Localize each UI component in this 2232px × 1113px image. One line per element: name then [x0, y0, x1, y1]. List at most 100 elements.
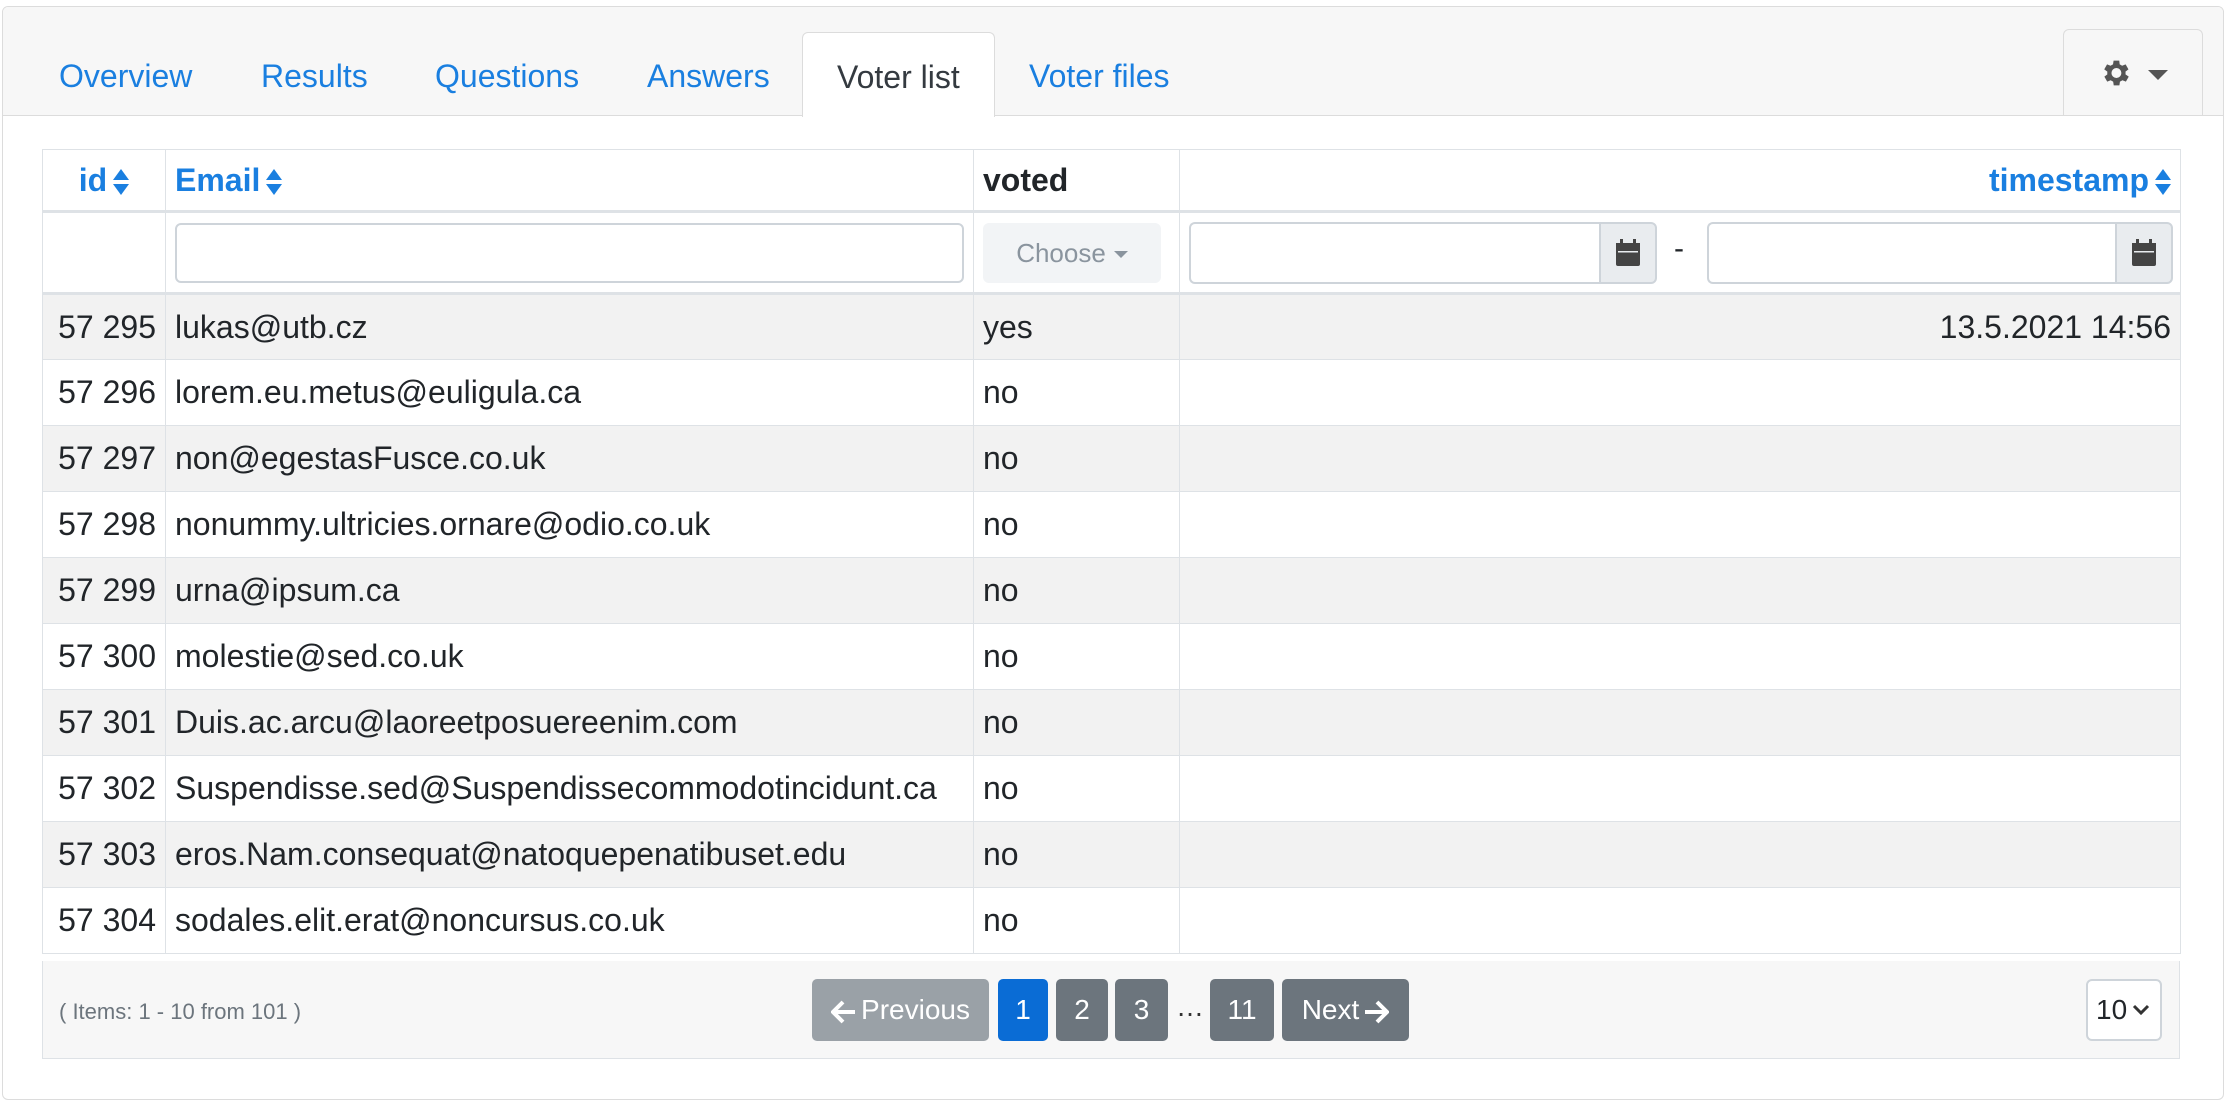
id-cell: 57 299	[42, 557, 166, 624]
timestamp-cell	[1179, 887, 2181, 954]
arrow-left-icon	[830, 1000, 856, 1024]
table-row: 57 297 non@egestasFusce.co.uk no	[42, 425, 2181, 492]
voted-cell: yes	[973, 293, 1180, 360]
date-to-group	[1707, 221, 2173, 284]
column-label-voted: voted	[983, 161, 1069, 198]
email-filter-input[interactable]	[175, 222, 964, 283]
email-cell: sodales.elit.erat@noncursus.co.uk	[165, 887, 974, 954]
table-row: 57 298 nonummy.ultricies.ornare@odio.co.u…	[42, 491, 2181, 558]
table-row: 57 304 sodales.elit.erat@noncursus.co.uk n…	[42, 887, 2181, 954]
voted-cell: no	[973, 359, 1180, 426]
sort-icon	[113, 169, 130, 196]
voted-cell: no	[973, 425, 1180, 492]
id-cell: 57 297	[42, 425, 166, 492]
tab-voter-files[interactable]: Voter files	[995, 32, 1204, 114]
timestamp-cell	[1179, 821, 2181, 888]
timestamp-cell	[1179, 623, 2181, 690]
per-page-value: 10	[2096, 994, 2128, 1025]
sort-icon	[2155, 169, 2171, 196]
email-cell: non@egestasFusce.co.uk	[165, 425, 974, 492]
timestamp-cell	[1179, 491, 2181, 558]
id-filter-cell	[42, 211, 166, 295]
date-range-separator: -	[1674, 231, 1684, 265]
email-cell: urna@ipsum.ca	[165, 557, 974, 624]
tab-questions[interactable]: Questions	[401, 32, 613, 114]
table-row: 57 299 urna@ipsum.ca no	[42, 557, 2181, 624]
date-from-input[interactable]	[1189, 221, 1599, 284]
voted-cell: no	[973, 623, 1180, 690]
date-to-input[interactable]	[1707, 221, 2115, 284]
tab-overview[interactable]: Overview	[25, 32, 226, 114]
column-header-email[interactable]: Email	[165, 149, 974, 213]
per-page-select[interactable]: 10	[2086, 979, 2162, 1041]
voted-cell: no	[973, 689, 1180, 756]
timestamp-cell	[1179, 755, 2181, 822]
timestamp-cell	[1179, 425, 2181, 492]
email-cell: eros.Nam.consequat@natoquepenatibuset.ed…	[165, 821, 974, 888]
page-button-3[interactable]: 3	[1115, 979, 1168, 1041]
id-cell: 57 302	[42, 755, 166, 822]
timestamp-cell: 13.5.2021 14:56	[1179, 293, 2181, 360]
chevron-down-icon	[2148, 70, 2168, 80]
previous-page-button[interactable]: Previous	[812, 979, 989, 1041]
gear-icon	[2104, 60, 2129, 86]
tab-bar: Overview Results Questions Answers Voter…	[3, 7, 2223, 117]
settings-dropdown-button[interactable]	[2063, 29, 2203, 115]
table-row: 57 295 lukas@utb.cz yes 13.5.2021 14:56	[42, 293, 2181, 360]
table-row: 57 303 eros.Nam.consequat@natoquepenatibu…	[42, 821, 2181, 888]
voted-filter-select[interactable]: Choose	[983, 222, 1161, 283]
table-footer: ( Items: 1 - 10 from 101 ) Previous 1 2 …	[42, 961, 2180, 1059]
voter-table: id Email voted timestamp Choose - 57 295…	[42, 149, 2181, 954]
date-from-group	[1189, 221, 1657, 284]
email-cell: lorem.eu.metus@euligula.ca	[165, 359, 974, 426]
column-label-id: id	[78, 161, 108, 198]
tab-answers[interactable]: Answers	[613, 32, 804, 114]
pagination-ellipsis: …	[1176, 991, 1204, 1022]
email-filter-cell	[165, 211, 974, 295]
email-cell: lukas@utb.cz	[165, 293, 974, 360]
voted-cell: no	[973, 755, 1180, 822]
column-header-id[interactable]: id	[42, 149, 166, 213]
column-label-email: Email	[175, 161, 261, 198]
calendar-from-button[interactable]	[1599, 221, 1657, 284]
email-cell: Suspendisse.sed@Suspendissecommodotincid…	[165, 755, 974, 822]
timestamp-cell	[1179, 557, 2181, 624]
voted-cell: no	[973, 887, 1180, 954]
sort-icon	[266, 169, 283, 196]
voted-cell: no	[973, 557, 1180, 624]
table-row: 57 302 Suspendisse.sed@Suspendissecommodo…	[42, 755, 2181, 822]
chevron-down-icon	[2132, 1004, 2150, 1016]
column-header-voted: voted	[973, 149, 1180, 213]
id-cell: 57 304	[42, 887, 166, 954]
next-label: Next	[1301, 994, 1360, 1025]
table-row: 57 301 Duis.ac.arcu@laoreetposuereenim.co…	[42, 689, 2181, 756]
id-cell: 57 296	[42, 359, 166, 426]
timestamp-cell	[1179, 689, 2181, 756]
id-cell: 57 300	[42, 623, 166, 690]
page-button-11[interactable]: 11	[1210, 979, 1274, 1041]
email-cell: nonummy.ultricies.ornare@odio.co.uk	[165, 491, 974, 558]
tab-voter-list[interactable]: Voter list	[802, 32, 995, 117]
items-info: ( Items: 1 - 10 from 101 )	[59, 999, 302, 1024]
email-cell: molestie@sed.co.uk	[165, 623, 974, 690]
next-page-button[interactable]: Next	[1282, 979, 1409, 1041]
page-button-2[interactable]: 2	[1056, 979, 1108, 1041]
tab-results[interactable]: Results	[227, 32, 402, 114]
timestamp-filter-cell: -	[1179, 211, 2181, 295]
timestamp-cell	[1179, 359, 2181, 426]
caret-down-icon	[1113, 251, 1128, 259]
table-row: 57 296 lorem.eu.metus@euligula.ca no	[42, 359, 2181, 426]
column-label-timestamp: timestamp	[1988, 161, 2149, 198]
voted-cell: no	[973, 821, 1180, 888]
page-button-1[interactable]: 1	[998, 979, 1048, 1041]
previous-label: Previous	[861, 994, 970, 1025]
id-cell: 57 295	[42, 293, 166, 360]
filter-row: Choose -	[42, 211, 2181, 295]
table-row: 57 300 molestie@sed.co.uk no	[42, 623, 2181, 690]
arrow-right-icon	[1365, 1000, 1391, 1024]
email-cell: Duis.ac.arcu@laoreetposuereenim.com	[165, 689, 974, 756]
calendar-to-button[interactable]	[2115, 221, 2173, 284]
calendar-icon	[2132, 238, 2156, 266]
column-header-timestamp[interactable]: timestamp	[1179, 149, 2181, 213]
id-cell: 57 301	[42, 689, 166, 756]
